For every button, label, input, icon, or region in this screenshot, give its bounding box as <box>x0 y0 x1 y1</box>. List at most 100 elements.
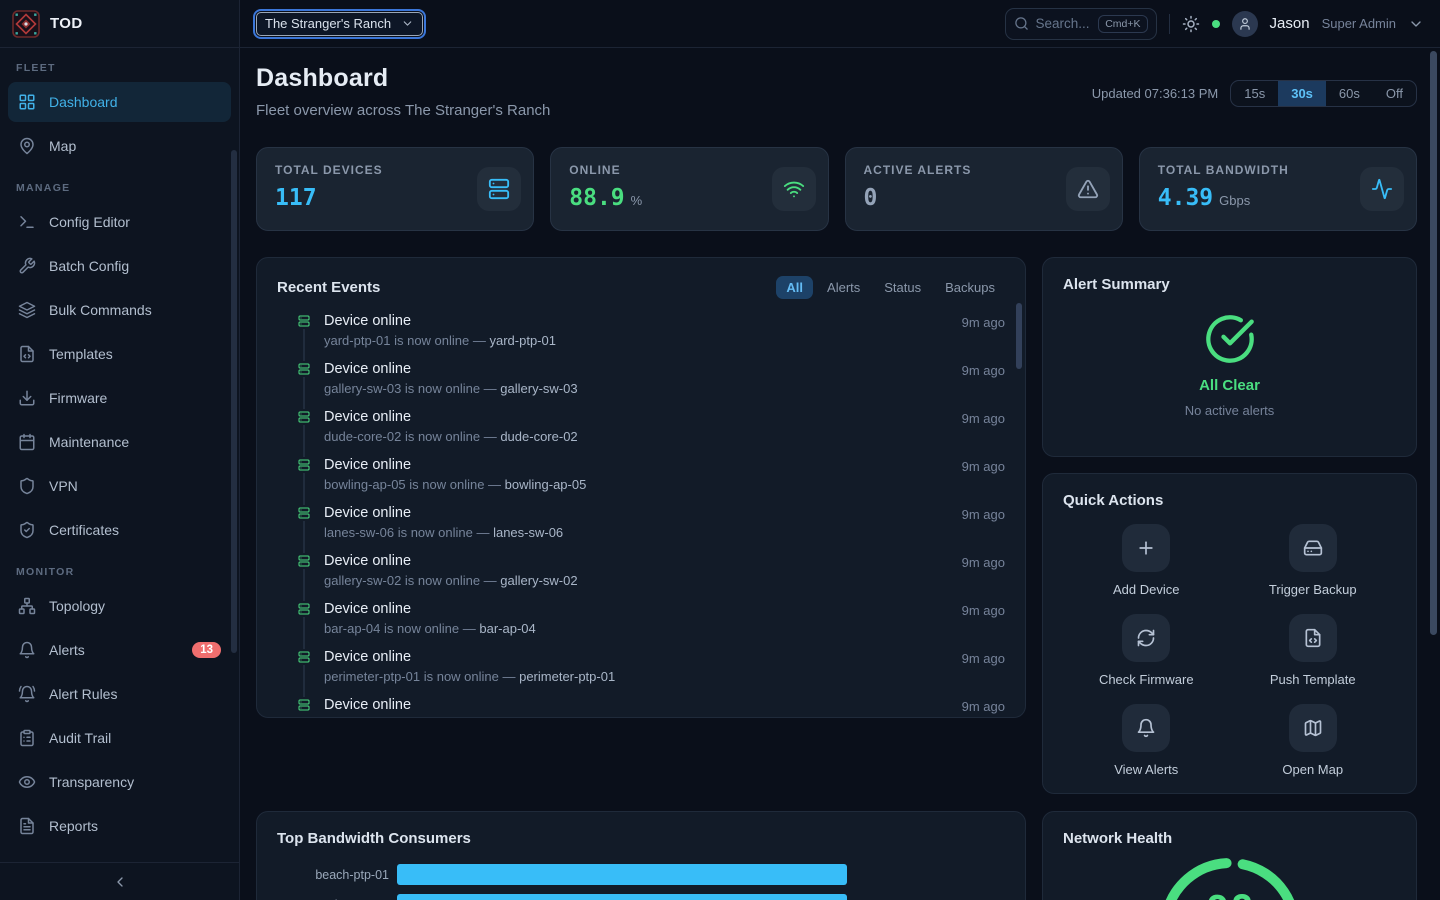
sidebar-item-reports[interactable]: Reports <box>8 806 231 846</box>
quick-action-label: Trigger Backup <box>1269 582 1357 597</box>
search-shortcut-badge: Cmd+K <box>1098 15 1147 33</box>
alert-summary-title: Alert Summary <box>1063 276 1396 293</box>
stat-icon-tile <box>1360 167 1404 211</box>
site-selector-value: The Stranger's Ranch <box>265 16 391 31</box>
file-code-icon <box>1303 628 1323 648</box>
hard-drive-icon <box>1303 538 1323 558</box>
sidebar-item-templates[interactable]: Templates <box>8 334 231 374</box>
quick-action-check-firmware[interactable]: Check Firmware <box>1099 614 1194 687</box>
recent-events-panel: Recent Events AllAlertsStatusBackups Dev… <box>256 257 1026 718</box>
bandwidth-bar-track <box>397 864 1005 885</box>
quick-actions-title: Quick Actions <box>1063 492 1163 509</box>
quick-action-add-device[interactable]: Add Device <box>1113 524 1179 597</box>
quick-action-tile <box>1122 614 1170 662</box>
shield-icon <box>18 477 36 495</box>
event-title: Device online <box>324 601 950 617</box>
event-device: gallery-sw-02 <box>500 573 577 588</box>
server-icon <box>296 601 312 617</box>
site-selector[interactable]: The Stranger's Ranch <box>256 12 423 36</box>
quick-action-push-template[interactable]: Push Template <box>1270 614 1356 687</box>
events-tab-status[interactable]: Status <box>874 276 931 299</box>
layers-icon <box>18 301 36 319</box>
user-menu-chevron-icon[interactable] <box>1408 16 1424 32</box>
sidebar-item-batch-config[interactable]: Batch Config <box>8 246 231 286</box>
refresh-option-off[interactable]: Off <box>1373 81 1416 106</box>
quick-action-open-map[interactable]: Open Map <box>1282 704 1343 777</box>
search-input[interactable]: Search... Cmd+K <box>1005 8 1157 40</box>
event-time: 9m ago <box>962 409 1005 426</box>
bandwidth-bar-track <box>397 894 1005 900</box>
theme-toggle-sun-icon[interactable] <box>1182 15 1200 33</box>
sidebar-item-label: Firmware <box>49 390 107 406</box>
event-subtitle: gallery-sw-02 is now online — gallery-sw… <box>324 573 950 588</box>
chevron-down-icon <box>401 17 414 30</box>
sidebar-item-firmware[interactable]: Firmware <box>8 378 231 418</box>
quick-action-tile <box>1289 614 1337 662</box>
quick-actions-panel: Quick Actions Add Device Trigger Backup Ch… <box>1042 473 1417 794</box>
alert-status: All Clear <box>1199 377 1260 394</box>
sidebar-item-label: Templates <box>49 346 113 362</box>
stats-row: TOTAL DEVICES117ONLINE88.9%ACTIVE ALERTS… <box>256 147 1417 231</box>
quick-action-label: Push Template <box>1270 672 1356 687</box>
avatar[interactable] <box>1232 11 1258 37</box>
event-device: dude-core-02 <box>500 429 577 444</box>
server-icon <box>296 457 312 473</box>
user-icon <box>1238 17 1252 31</box>
events-scrollbar[interactable] <box>1016 303 1022 369</box>
network-health-title: Network Health <box>1063 830 1172 847</box>
events-tab-backups[interactable]: Backups <box>935 276 1005 299</box>
events-tab-alerts[interactable]: Alerts <box>817 276 870 299</box>
sidebar-nav: FLEETDashboardMapMANAGEConfig EditorBatc… <box>0 48 239 862</box>
stat-value: 88.9 <box>569 185 624 211</box>
sidebar-item-dashboard[interactable]: Dashboard <box>8 82 231 122</box>
sidebar-item-bulk-commands[interactable]: Bulk Commands <box>8 290 231 330</box>
activity-icon <box>1371 178 1393 200</box>
quick-action-trigger-backup[interactable]: Trigger Backup <box>1269 524 1357 597</box>
sidebar-item-config-editor[interactable]: Config Editor <box>8 202 231 242</box>
stat-card-total-devices: TOTAL DEVICES117 <box>256 147 534 231</box>
event-subtitle: perimeter-ptp-01 is now online — perimet… <box>324 669 950 684</box>
sidebar-item-label: Certificates <box>49 522 119 538</box>
server-icon <box>296 361 312 377</box>
sidebar-item-audit-trail[interactable]: Audit Trail <box>8 718 231 758</box>
sidebar-item-certificates[interactable]: Certificates <box>8 510 231 550</box>
event-row: Device onlinebar-ap-04 is now online — b… <box>277 599 1005 647</box>
events-list: Device onlineyard-ptp-01 is now online —… <box>277 311 1005 718</box>
refresh-cw-icon <box>1136 628 1156 648</box>
event-subtitle: bowling-ap-05 is now online — bowling-ap… <box>324 477 950 492</box>
sidebar-collapse[interactable] <box>0 862 239 900</box>
sidebar-scrollbar[interactable] <box>231 150 237 653</box>
event-row: Device onlineperimeter-ptp-01 is now onl… <box>277 647 1005 695</box>
sidebar-item-alerts[interactable]: Alerts13 <box>8 630 231 670</box>
sidebar-item-label: Dashboard <box>49 94 118 110</box>
sidebar-item-map[interactable]: Map <box>8 126 231 166</box>
stat-card-active-alerts: ACTIVE ALERTS0 <box>845 147 1123 231</box>
sidebar-item-maintenance[interactable]: Maintenance <box>8 422 231 462</box>
sidebar-item-transparency[interactable]: Transparency <box>8 762 231 802</box>
svg-text:98: 98 <box>1205 888 1253 900</box>
chevron-left-icon <box>112 874 128 890</box>
sidebar-item-label: Reports <box>49 818 98 834</box>
bandwidth-chart: beach-ptp-01bar-ap-02 <box>277 864 1005 900</box>
bandwidth-row: beach-ptp-01 <box>277 864 1005 885</box>
stat-icon-tile <box>1066 167 1110 211</box>
bandwidth-panel: Top Bandwidth Consumers beach-ptp-01bar-… <box>256 811 1026 900</box>
event-title: Device online <box>324 505 950 521</box>
events-tabs: AllAlertsStatusBackups <box>776 276 1005 299</box>
terminal-icon <box>18 213 36 231</box>
refresh-option-30s[interactable]: 30s <box>1278 81 1326 106</box>
sidebar-item-vpn[interactable]: VPN <box>8 466 231 506</box>
refresh-option-15s[interactable]: 15s <box>1231 81 1278 106</box>
sidebar-item-topology[interactable]: Topology <box>8 586 231 626</box>
wifi-icon <box>783 178 805 200</box>
layout-grid-icon <box>18 93 36 111</box>
page-scrollbar[interactable] <box>1430 51 1437 635</box>
sidebar-item-alert-rules[interactable]: Alert Rules <box>8 674 231 714</box>
search-placeholder: Search... <box>1036 16 1090 31</box>
refresh-option-60s[interactable]: 60s <box>1326 81 1373 106</box>
download-icon <box>18 389 36 407</box>
events-tab-all[interactable]: All <box>776 276 813 299</box>
file-code-icon <box>18 345 36 363</box>
quick-action-view-alerts[interactable]: View Alerts <box>1114 704 1178 777</box>
event-row: Device onlinegallery-sw-03 is now online… <box>277 359 1005 407</box>
